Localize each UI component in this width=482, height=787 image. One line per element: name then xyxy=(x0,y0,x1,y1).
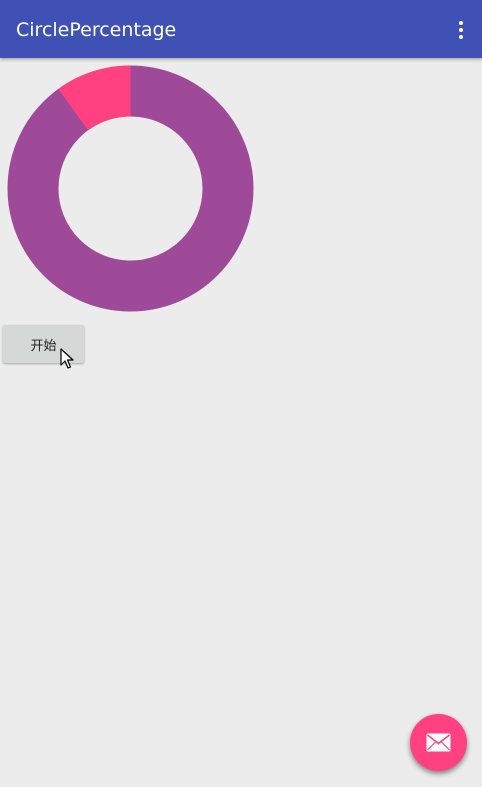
email-fab-button[interactable] xyxy=(410,714,467,771)
donut-primary-segment xyxy=(7,65,254,312)
more-vert-icon xyxy=(459,21,463,25)
circle-percentage-chart xyxy=(7,65,254,312)
app-title: CirclePercentage xyxy=(16,19,177,41)
start-button[interactable]: 开始 xyxy=(3,325,84,363)
app-bar: CirclePercentage xyxy=(0,0,482,58)
email-icon xyxy=(426,733,451,752)
overflow-menu-button[interactable] xyxy=(450,14,472,46)
